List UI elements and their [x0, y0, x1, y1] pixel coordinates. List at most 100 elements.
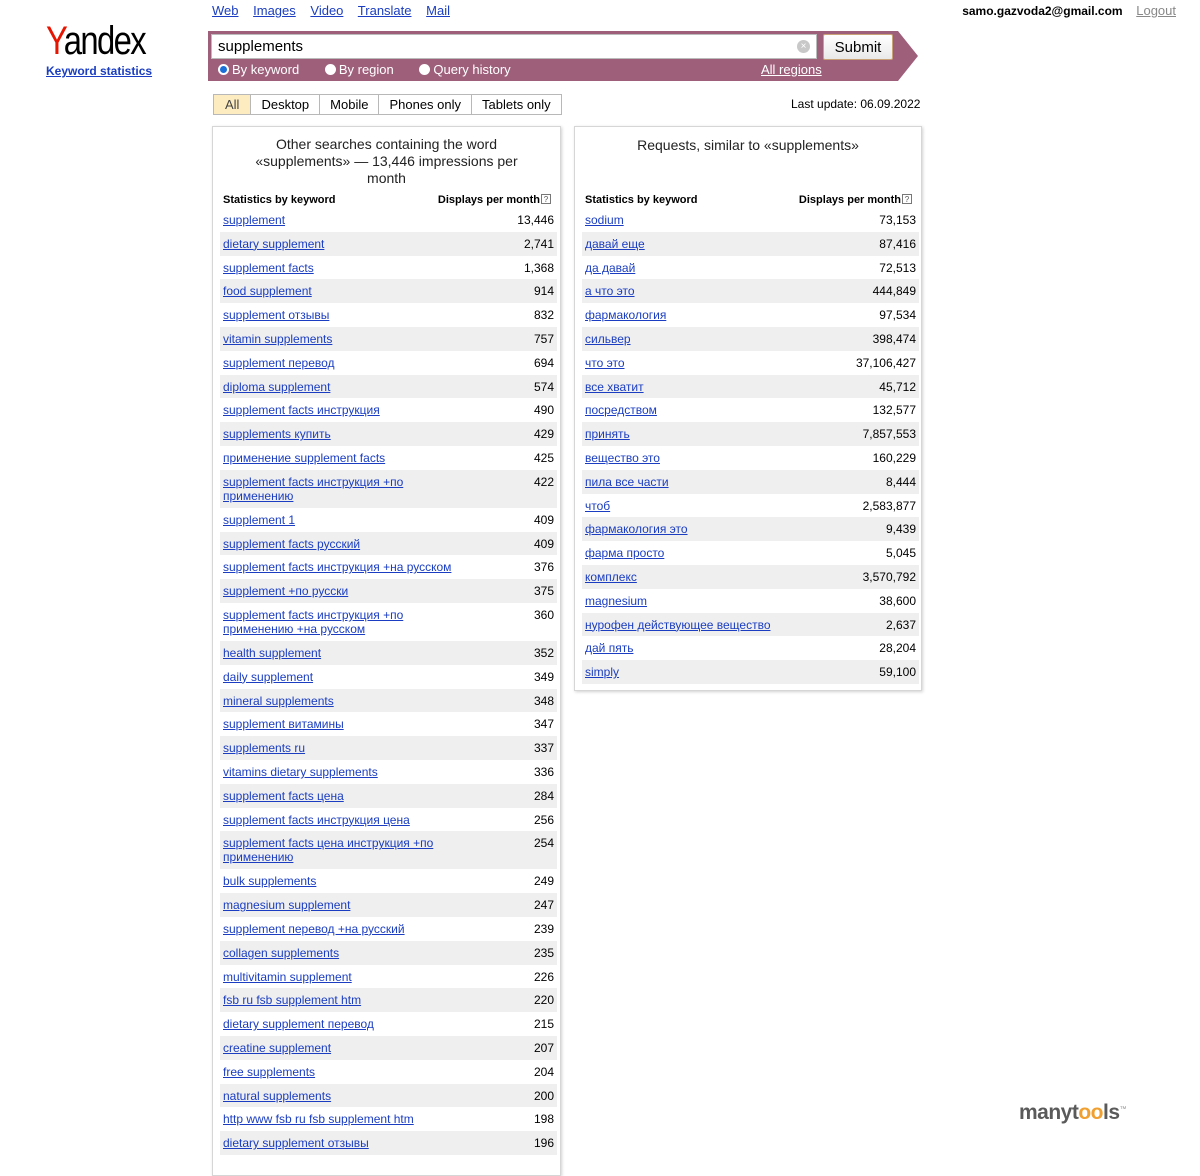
- panel-title: Other searches containing the word «supp…: [255, 136, 518, 186]
- keyword-link[interactable]: dietary supplement отзывы: [223, 1136, 369, 1150]
- keyword-link[interactable]: creatine supplement: [223, 1041, 331, 1055]
- table-row: все хватит 45,712: [582, 374, 919, 399]
- keyword-link[interactable]: magnesium: [585, 594, 647, 608]
- keyword-link[interactable]: supplement витамины: [223, 717, 344, 731]
- keyword-link[interactable]: vitamins dietary supplements: [223, 765, 378, 779]
- displays-cell: 196: [460, 1131, 557, 1155]
- radio-by-region[interactable]: By region: [324, 62, 394, 77]
- keyword-link[interactable]: supplements ru: [223, 741, 305, 755]
- keyword-link[interactable]: magnesium supplement: [223, 898, 350, 912]
- keyword-link[interactable]: supplement +по русски: [223, 584, 348, 598]
- keyword-link[interactable]: принять: [585, 427, 630, 441]
- keyword-cell: bulk supplements: [220, 869, 460, 893]
- nav-translate[interactable]: Translate: [358, 3, 412, 18]
- close-circle-icon[interactable]: ×: [797, 40, 810, 53]
- keyword-link[interactable]: комплекс: [585, 570, 637, 584]
- keyword-link[interactable]: фармакология это: [585, 522, 688, 536]
- keyword-link[interactable]: нурофен действующее вещество: [585, 618, 771, 632]
- keyword-link[interactable]: fsb ru fsb supplement htm: [223, 993, 361, 1007]
- keyword-link[interactable]: все хватит: [585, 380, 644, 394]
- keyword-link[interactable]: supplement facts инструкция цена: [223, 813, 410, 827]
- keyword-link[interactable]: supplement facts русский: [223, 537, 360, 551]
- keyword-link[interactable]: supplement отзывы: [223, 308, 329, 322]
- displays-cell: 694: [533, 355, 554, 370]
- keyword-cell: supplement facts цена инструкция +по при…: [220, 831, 460, 870]
- keyword-link[interactable]: daily supplement: [223, 670, 313, 684]
- keyword-link[interactable]: чтоб: [585, 499, 610, 513]
- yandex-logo[interactable]: Yandex Keyword statistics: [46, 18, 156, 78]
- table-row: fsb ru fsb supplement htm 220: [220, 988, 557, 1013]
- keyword-link[interactable]: dietary supplement: [223, 237, 324, 251]
- nav-mail[interactable]: Mail: [426, 3, 450, 18]
- keyword-link[interactable]: supplement facts: [223, 261, 314, 275]
- keyword-link[interactable]: multivitamin supplement: [223, 970, 352, 984]
- nav-images[interactable]: Images: [253, 3, 296, 18]
- keyword-link[interactable]: supplement facts цена инструкция +по при…: [223, 836, 433, 864]
- keyword-link[interactable]: сильвер: [585, 332, 631, 346]
- keyword-link[interactable]: free supplements: [223, 1065, 315, 1079]
- keyword-link[interactable]: bulk supplements: [223, 874, 316, 888]
- logout-link[interactable]: Logout: [1136, 3, 1176, 18]
- keyword-link[interactable]: supplement: [223, 213, 285, 227]
- keyword-link[interactable]: supplement 1: [223, 513, 295, 527]
- tab-all[interactable]: All: [214, 95, 252, 114]
- keyword-link[interactable]: пила все части: [585, 475, 669, 489]
- keyword-link[interactable]: simply: [585, 665, 619, 679]
- keyword-link[interactable]: дай пять: [585, 641, 633, 655]
- keyword-link[interactable]: diploma supplement: [223, 380, 330, 394]
- keyword-link[interactable]: sodium: [585, 213, 624, 227]
- keyword-link[interactable]: фарма просто: [585, 546, 664, 560]
- keyword-link[interactable]: supplements купить: [223, 427, 331, 441]
- keyword-cell: supplement витамины: [220, 712, 460, 736]
- keyword-link[interactable]: посредством: [585, 403, 657, 417]
- table-row: supplement facts инструкция 490: [220, 398, 557, 422]
- nav-video[interactable]: Video: [310, 3, 343, 18]
- keyword-link[interactable]: mineral supplements: [223, 694, 334, 708]
- keyword-link[interactable]: http www fsb ru fsb supplement htm: [223, 1112, 414, 1126]
- keyword-link[interactable]: supplement facts инструкция +по применен…: [223, 608, 403, 636]
- keyword-link[interactable]: supplement перевод: [223, 356, 335, 370]
- displays-cell: 235: [460, 940, 557, 965]
- keyword-link[interactable]: dietary supplement перевод: [223, 1017, 374, 1031]
- radio-query-history[interactable]: Query history: [419, 62, 511, 77]
- displays-cell: 72,513: [879, 260, 916, 275]
- table-row: vitamin supplements 757: [220, 326, 557, 351]
- tab-phones-only[interactable]: Phones only: [379, 95, 473, 114]
- keyword-link[interactable]: natural supplements: [223, 1089, 331, 1103]
- keyword-link[interactable]: supplement перевод +на русский: [223, 922, 405, 936]
- keyword-link[interactable]: давай еще: [585, 237, 645, 251]
- keyword-link[interactable]: supplement facts инструкция +по применен…: [223, 475, 403, 503]
- submit-button[interactable]: Submit: [823, 34, 893, 60]
- keyword-link[interactable]: а что это: [585, 284, 635, 298]
- table-row: вещество это 160,229: [582, 446, 919, 470]
- keyword-statistics-link[interactable]: Keyword statistics: [46, 64, 156, 78]
- tab-mobile[interactable]: Mobile: [320, 95, 380, 114]
- tab-desktop[interactable]: Desktop: [251, 95, 321, 114]
- nav-web[interactable]: Web: [212, 3, 239, 18]
- keyword-link[interactable]: supplement facts инструкция +на русском: [223, 560, 451, 574]
- keyword-link[interactable]: vitamin supplements: [223, 332, 332, 346]
- keyword-cell: supplement 1: [220, 508, 460, 532]
- all-regions-link[interactable]: All regions: [761, 62, 822, 77]
- keyword-link[interactable]: что это: [585, 356, 625, 370]
- keyword-link[interactable]: food supplement: [223, 284, 312, 298]
- table-row: multivitamin supplement 226: [220, 965, 557, 989]
- left-stats-table: supplement 13,446 dietary supplement 2,741 s…: [220, 208, 557, 1155]
- table-header: Statistics by keyword Displays per month…: [575, 193, 921, 207]
- keyword-link[interactable]: supplement facts инструкция: [223, 403, 380, 417]
- displays-cell: 429: [460, 422, 557, 446]
- keyword-link[interactable]: health supplement: [223, 646, 321, 660]
- keyword-link[interactable]: вещество это: [585, 451, 660, 465]
- help-icon[interactable]: ?: [902, 194, 912, 204]
- help-icon[interactable]: ?: [541, 194, 551, 204]
- keyword-link[interactable]: фармакология: [585, 308, 666, 322]
- keyword-link[interactable]: применение supplement facts: [223, 451, 385, 465]
- keyword-link[interactable]: да давай: [585, 261, 635, 275]
- col-displays: Displays per month?: [438, 193, 551, 207]
- keyword-link[interactable]: collagen supplements: [223, 946, 339, 960]
- search-input[interactable]: [212, 35, 782, 58]
- radio-by-keyword[interactable]: By keyword: [218, 62, 299, 77]
- keyword-link[interactable]: supplement facts цена: [223, 789, 344, 803]
- tab-tablets-only[interactable]: Tablets only: [472, 95, 561, 114]
- col-keyword: Statistics by keyword: [223, 194, 336, 206]
